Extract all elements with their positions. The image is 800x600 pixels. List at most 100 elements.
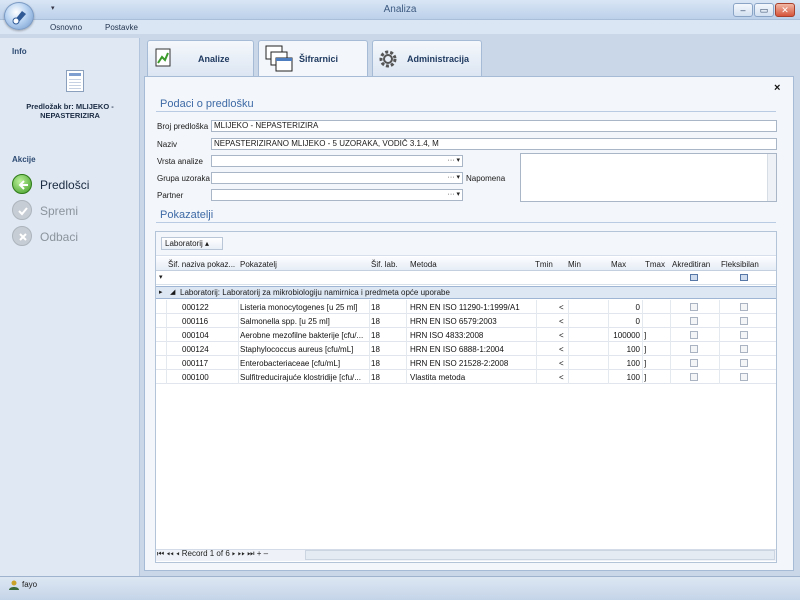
spremi-button[interactable]: Spremi: [12, 200, 132, 222]
column-separator: [642, 300, 643, 314]
cell-tmax: ]: [644, 373, 647, 382]
dropdown-icon[interactable]: ··· ▾: [448, 156, 460, 166]
table-row[interactable]: 000124 Staphylococcus aureus [cfu/mL] 18 HR…: [156, 342, 776, 356]
group-by-laboratorij-chip[interactable]: Laboratorij ▴: [161, 237, 223, 250]
cell-code: 000124: [182, 345, 209, 354]
table-row[interactable]: 000100 Sulfitreducirajuće klostridije [cf…: [156, 370, 776, 384]
cell-pokazatelj: Staphylococcus aureus [cfu/mL]: [240, 345, 354, 354]
checkbox-fleksibilan[interactable]: [740, 303, 748, 311]
column-separator: [238, 342, 239, 356]
cell-sif-lab: 18: [371, 359, 380, 368]
tab-sifrarnici-label: Šifrarnici: [299, 54, 339, 64]
napomena-textarea[interactable]: [520, 153, 777, 202]
checkbox-fleksibilan[interactable]: [740, 345, 748, 353]
menu-osnovno[interactable]: Osnovno: [50, 23, 82, 32]
checkbox-akreditiran[interactable]: [690, 317, 698, 325]
checkbox-akreditiran[interactable]: [690, 345, 698, 353]
checkbox-akreditiran[interactable]: [690, 303, 698, 311]
odbaci-label: Odbaci: [40, 230, 79, 244]
odbaci-button[interactable]: Odbaci: [12, 226, 132, 248]
column-separator: [238, 328, 239, 342]
collapse-icon[interactable]: ◢: [170, 288, 175, 296]
partner-select[interactable]: ··· ▾: [211, 189, 463, 201]
col-fleksibilan[interactable]: Fleksibilan: [721, 260, 759, 269]
column-separator: [536, 314, 537, 328]
col-metoda[interactable]: Metoda: [410, 260, 437, 269]
broj-label: Broj predloška: [157, 122, 209, 131]
column-separator: [536, 328, 537, 342]
dropdown-icon[interactable]: ··· ▾: [448, 190, 460, 200]
column-separator: [670, 342, 671, 356]
record-navigator[interactable]: ⏮ ◂◂ ◂ Record 1 of 6 ▸ ▸▸ ⏭ + –: [157, 549, 268, 559]
cell-sif-lab: 18: [371, 303, 380, 312]
scrollbar[interactable]: [767, 154, 776, 201]
checkbox-fleksibilan[interactable]: [740, 359, 748, 367]
window-title: Analiza: [383, 4, 417, 15]
column-separator: [369, 356, 370, 370]
column-separator: [642, 370, 643, 384]
col-tmax[interactable]: Tmax: [645, 260, 665, 269]
spremi-label: Spremi: [40, 204, 79, 218]
horizontal-scrollbar[interactable]: [305, 550, 775, 560]
minimize-button[interactable]: –: [733, 3, 753, 17]
menu-postavke[interactable]: Postavke: [105, 23, 138, 32]
checkbox-fleksibilan[interactable]: [740, 331, 748, 339]
checkbox-fleksibilan[interactable]: [740, 317, 748, 325]
table-row[interactable]: 000116 Salmonella spp. [u 25 ml] 18 HRN EN …: [156, 314, 776, 328]
divider: [156, 111, 776, 112]
cell-max: 0: [635, 317, 640, 326]
check-icon: [12, 200, 32, 220]
column-separator: [719, 342, 720, 356]
back-arrow-icon: [12, 174, 32, 194]
col-akreditiran[interactable]: Akreditiran: [672, 260, 710, 269]
broj-input[interactable]: MLIJEKO - NEPASTERIZIRA: [211, 120, 777, 132]
filter-akreditiran-checkbox[interactable]: [690, 274, 698, 281]
column-separator: [166, 328, 167, 342]
checkbox-fleksibilan[interactable]: [740, 373, 748, 381]
column-separator: [369, 300, 370, 314]
column-separator: [719, 370, 720, 384]
close-window-button[interactable]: ✕: [775, 3, 795, 17]
dropdown-icon[interactable]: ··· ▾: [448, 173, 460, 183]
column-separator: [406, 342, 407, 356]
checkbox-akreditiran[interactable]: [690, 373, 698, 381]
col-sif-lab[interactable]: Šif. lab.: [371, 260, 398, 269]
table-row[interactable]: 000122 Listeria monocytogenes [u 25 ml] 18…: [156, 300, 776, 314]
checkbox-akreditiran[interactable]: [690, 331, 698, 339]
close-panel-button[interactable]: ×: [774, 82, 780, 94]
cell-code: 000117: [182, 359, 209, 368]
column-separator: [238, 370, 239, 384]
app-menu-button[interactable]: [4, 2, 34, 30]
column-separator: [719, 328, 720, 342]
checkbox-akreditiran[interactable]: [690, 359, 698, 367]
column-separator: [369, 370, 370, 384]
col-min[interactable]: Min: [568, 260, 581, 269]
cell-pokazatelj: Listeria monocytogenes [u 25 ml]: [240, 303, 358, 312]
vrsta-select[interactable]: ··· ▾: [211, 155, 463, 167]
group-by-panel: [156, 232, 776, 256]
grupa-select[interactable]: ··· ▾: [211, 172, 463, 184]
filter-fleksibilan-checkbox[interactable]: [740, 274, 748, 281]
col-max[interactable]: Max: [611, 260, 626, 269]
naziv-input[interactable]: NEPASTERIZIRANO MLIJEKO - 5 UZORAKA, VOD…: [211, 138, 777, 150]
table-row[interactable]: 000104 Aerobne mezofilne bakterije [cfu/.…: [156, 328, 776, 342]
cell-max: 100000: [613, 331, 640, 340]
cell-metoda: HRN EN ISO 6579:2003: [410, 317, 497, 326]
col-pokazatelj[interactable]: Pokazatelj: [240, 260, 277, 269]
restore-button[interactable]: ▭: [754, 3, 774, 17]
cell-code: 000104: [182, 331, 209, 340]
user-name: fayo: [22, 580, 38, 589]
tab-administracija[interactable]: Administracija: [372, 40, 482, 77]
predlosci-button[interactable]: Predlošci: [12, 174, 132, 196]
col-sif-naziva[interactable]: Šif. naziva pokaz...: [168, 260, 235, 269]
col-tmin[interactable]: Tmin: [535, 260, 553, 269]
cell-max: 100: [626, 359, 640, 368]
cell-metoda: HRN EN ISO 6888-1:2004: [410, 345, 504, 354]
tab-sifrarnici[interactable]: Šifrarnici: [258, 40, 368, 78]
column-separator: [166, 300, 167, 314]
tab-analize[interactable]: Analize: [147, 40, 254, 77]
grupa-label: Grupa uzoraka: [157, 174, 210, 183]
column-separator: [670, 356, 671, 370]
cell-pokazatelj: Enterobacteriaceae [cfu/mL]: [240, 359, 341, 368]
table-row[interactable]: 000117 Enterobacteriaceae [cfu/mL] 18 HRN E…: [156, 356, 776, 370]
